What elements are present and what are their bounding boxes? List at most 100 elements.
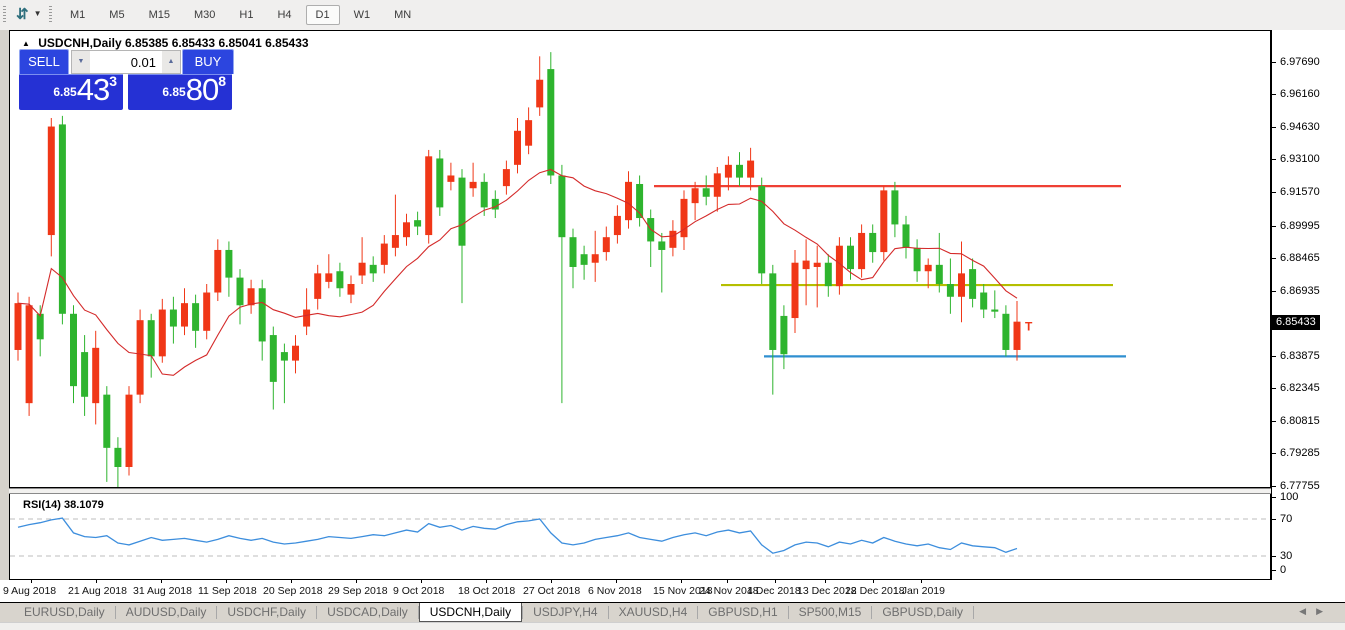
toolbar-grip[interactable] <box>3 6 6 24</box>
price-tick-mark <box>1272 388 1276 389</box>
candle-body <box>314 273 321 299</box>
candle-body <box>37 314 44 340</box>
date-label: 1 Jan 2019 <box>893 585 945 597</box>
timeframe-button-m5[interactable]: M5 <box>99 5 134 25</box>
collapse-triangle-icon[interactable]: ▲ <box>22 39 30 48</box>
chart-tab-usdchf-daily[interactable]: USDCHF,Daily <box>217 603 316 622</box>
date-tick-mark <box>727 580 728 583</box>
timeframe-button-m1[interactable]: M1 <box>60 5 95 25</box>
candle-body <box>126 395 133 467</box>
candle-body <box>947 284 954 297</box>
moving-average-line <box>18 170 1017 376</box>
buy-button[interactable]: BUY <box>182 49 234 74</box>
timeframe-button-h1[interactable]: H1 <box>229 5 263 25</box>
candle-body <box>603 237 610 252</box>
candle-body <box>48 127 55 236</box>
timeframe-button-mn[interactable]: MN <box>384 5 421 25</box>
rsi-label: RSI(14) 38.1079 <box>23 499 104 511</box>
chart-tab-bar: EURUSD,DailyAUDUSD,DailyUSDCHF,DailyUSDC… <box>0 603 1345 622</box>
candle-body <box>103 395 110 448</box>
candle-body <box>148 320 155 356</box>
candle-body <box>414 220 421 226</box>
chart-title: ▲ USDCNH,Daily 6.85385 6.85433 6.85041 6… <box>22 36 309 50</box>
candle-body <box>303 310 310 327</box>
candle-body <box>15 303 22 350</box>
chart-tab-gbpusd-h1[interactable]: GBPUSD,H1 <box>698 603 787 622</box>
chart-tab-eurusd-daily[interactable]: EURUSD,Daily <box>14 603 115 622</box>
ohlc-close: 6.85433 <box>265 36 308 50</box>
timeframe-button-d1[interactable]: D1 <box>306 5 340 25</box>
sell-price-point: 3 <box>109 73 117 89</box>
sell-price-handle: 6.85 <box>53 85 76 99</box>
candle-body <box>392 235 399 248</box>
candle-body <box>336 271 343 288</box>
candle-body <box>547 69 554 175</box>
tab-scroll-arrows[interactable]: ◀▶ <box>1299 606 1333 617</box>
date-tick-mark <box>226 580 227 583</box>
rsi-current-value: 38.1079 <box>64 499 104 511</box>
price-tick-mark <box>1272 226 1276 227</box>
candle-body <box>1014 322 1021 350</box>
time-axis[interactable]: 9 Aug 201821 Aug 201831 Aug 201811 Sep 2… <box>0 580 1271 602</box>
candle-body <box>192 303 199 331</box>
date-tick-mark <box>873 580 874 583</box>
timeframe-button-h4[interactable]: H4 <box>267 5 301 25</box>
sell-price-button[interactable]: 6.85433 <box>19 74 123 110</box>
candle-body <box>536 80 543 108</box>
date-tick-mark <box>681 580 682 583</box>
rsi-tick-label: 30 <box>1280 550 1292 562</box>
date-tick-mark <box>616 580 617 583</box>
volume-increment-button[interactable]: ▲ <box>162 51 180 73</box>
price-axis[interactable]: 6.976906.961606.946306.931006.915706.899… <box>1271 30 1345 580</box>
chart-tab-sp500-m15[interactable]: SP500,M15 <box>789 603 872 622</box>
chart-tab-usdcad-daily[interactable]: USDCAD,Daily <box>317 603 418 622</box>
rsi-name: RSI(14) <box>23 499 61 511</box>
candle-body <box>825 263 832 286</box>
rsi-indicator-pane[interactable] <box>9 494 1271 580</box>
timeframe-button-m15[interactable]: M15 <box>139 5 180 25</box>
chart-shift-icon[interactable]: ⇵▼ <box>16 5 46 25</box>
chart-symbol: USDCNH,Daily <box>38 36 121 50</box>
timeframe-toolbar: M1M5M15M30H1H4D1W1MN <box>58 3 423 27</box>
timeframe-button-m30[interactable]: M30 <box>184 5 225 25</box>
chart-tab-usdjpy-h4[interactable]: USDJPY,H4 <box>523 603 607 622</box>
chart-tab-xauusd-h4[interactable]: XAUUSD,H4 <box>609 603 698 622</box>
candle-body <box>925 265 932 271</box>
date-tick-mark <box>161 580 162 583</box>
candle-body <box>525 120 532 146</box>
price-tick-label: 6.83875 <box>1280 350 1320 362</box>
dropdown-caret-icon[interactable]: ▼ <box>34 9 42 18</box>
price-tick-label: 6.80815 <box>1280 415 1320 427</box>
date-tick-mark <box>31 580 32 583</box>
candle-body <box>348 284 355 295</box>
tab-scroll-right-icon[interactable]: ▶ <box>1316 606 1333 616</box>
tab-scroll-left-icon[interactable]: ◀ <box>1299 606 1316 616</box>
volume-decrement-button[interactable]: ▼ <box>72 51 90 73</box>
price-tick-mark <box>1272 62 1276 63</box>
volume-input[interactable] <box>90 51 162 73</box>
sell-button[interactable]: SELL <box>19 49 69 74</box>
chart-tab-audusd-daily[interactable]: AUDUSD,Daily <box>116 603 217 622</box>
date-label: 31 Aug 2018 <box>133 585 192 597</box>
candle-body <box>137 320 144 394</box>
rsi-line <box>18 518 1017 553</box>
candle-body <box>114 448 121 467</box>
price-tick-mark <box>1272 192 1276 193</box>
candle-body <box>403 222 410 237</box>
price-tick-mark <box>1272 127 1276 128</box>
date-tick-mark <box>421 580 422 583</box>
volume-stepper: ▼ ▲ <box>71 50 181 74</box>
trade-marker-t: T <box>1025 320 1033 334</box>
candle-body <box>459 178 466 246</box>
price-tick-label: 6.93100 <box>1280 153 1320 165</box>
date-label: 29 Sep 2018 <box>328 585 388 597</box>
chart-tab-gbpusd-daily[interactable]: GBPUSD,Daily <box>872 603 973 622</box>
toolbar-grip-2[interactable] <box>49 6 52 24</box>
timeframe-button-w1[interactable]: W1 <box>344 5 381 25</box>
candle-body <box>736 165 743 178</box>
buy-price-button[interactable]: 6.85808 <box>128 74 232 110</box>
candle-body <box>70 314 77 386</box>
one-click-trade-panel: SELL ▼ ▲ BUY 6.85433 6.85808 <box>19 49 232 109</box>
chart-tab-usdcnh-daily[interactable]: USDCNH,Daily <box>419 603 522 622</box>
candle-body <box>858 233 865 269</box>
